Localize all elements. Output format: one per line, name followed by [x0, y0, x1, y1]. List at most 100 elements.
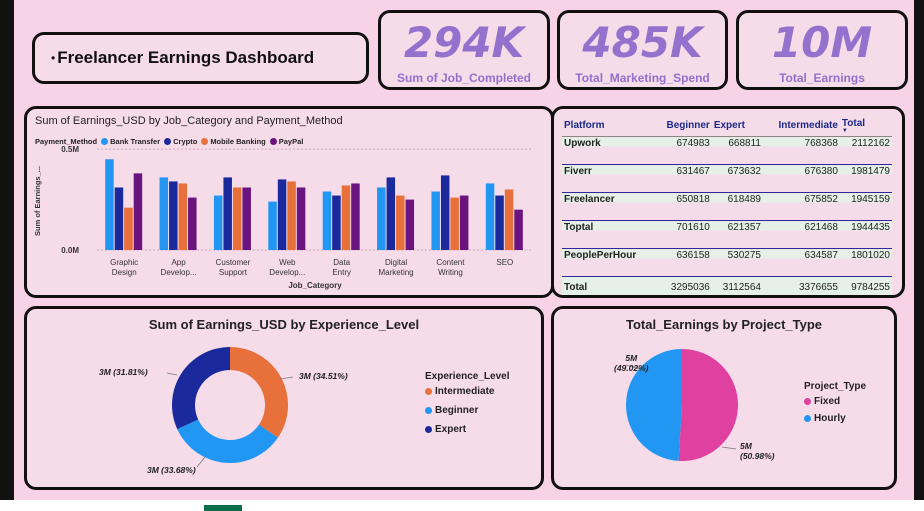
x-tick-label: Web [279, 258, 296, 267]
column-header[interactable]: Platform [562, 115, 655, 137]
x-tick-label: Customer [216, 258, 251, 267]
value-cell: 2112162 [839, 136, 892, 165]
kpi-label: Sum of Job_Completed [396, 71, 531, 85]
platform-cell: Toptal [562, 220, 655, 249]
legend-swatch [425, 388, 432, 395]
kpi-card-jobs[interactable]: 294K Sum of Job_Completed [378, 10, 550, 90]
value-cell: 631467 [654, 164, 712, 193]
value-cell: 668811 [711, 136, 763, 165]
value-cell: 1945159 [839, 192, 892, 221]
column-header[interactable]: Intermediate [762, 115, 840, 137]
column-header[interactable]: Beginner [654, 115, 712, 137]
bar [351, 183, 360, 250]
bar [223, 177, 232, 250]
column-header[interactable]: Expert [711, 115, 763, 137]
bar [188, 197, 197, 250]
bar [287, 181, 296, 250]
kpi-label: Total_Marketing_Spend [575, 71, 710, 85]
total-cell: 9784255 [839, 276, 892, 295]
slice-label-value: 5M [625, 353, 638, 363]
slice-label-fixed: 5M (50.98%) [740, 441, 775, 461]
bar [386, 177, 396, 250]
taskbar-app-tab[interactable] [204, 505, 242, 511]
table-row[interactable]: PeoplePerHour 636158 530275 634587 1801020 [562, 248, 892, 277]
bar-chart-plot: 0.5M 0.0M Sum of Earnings_... GraphicDesign… [33, 145, 532, 290]
kpi-value: 10M [771, 18, 873, 67]
bar [124, 207, 133, 250]
x-tick-label: Marketing [379, 268, 414, 277]
bar [405, 199, 415, 250]
table-row[interactable]: Toptal 701610 621357 621468 1944435 [562, 220, 892, 249]
x-tick-label: App [171, 258, 186, 267]
bar [377, 187, 386, 250]
kpi-value: 294K [403, 18, 525, 67]
bar [178, 183, 188, 250]
bar [268, 201, 277, 250]
legend-item[interactable]: Fixed [804, 396, 866, 407]
x-tick-label: Develop... [161, 268, 197, 277]
table-total-row: Total 3295036 3112564 3376655 9784255 [562, 276, 892, 295]
donut-chart-card[interactable]: Sum of Earnings_USD by Experience_Level … [24, 306, 544, 490]
pie-slice [678, 349, 738, 461]
pie-chart-card[interactable]: Total_Earnings by Project_Type 5M (49.02… [551, 306, 897, 490]
slice-label-hourly: 5M (49.02%) [614, 353, 649, 373]
kpi-label: Total_Earnings [779, 71, 865, 85]
x-tick-label: Support [219, 268, 248, 277]
kpi-card-earnings[interactable]: 10M Total_Earnings [736, 10, 908, 90]
table-row[interactable]: Upwork 674983 668811 768368 2112162 [562, 136, 892, 165]
title-card: • Freelancer Earnings Dashboard [32, 32, 369, 84]
bar [504, 189, 514, 250]
legend-label: Beginner [435, 405, 479, 416]
x-tick-label: Content [436, 258, 465, 267]
table-row[interactable]: Freelancer 650818 618489 675852 1945159 [562, 192, 892, 221]
donut-legend: Experience_Level Intermediate Beginner E… [425, 371, 510, 435]
value-cell: 768368 [762, 136, 840, 165]
dashboard-title: Freelancer Earnings Dashboard [57, 48, 315, 67]
bar [159, 177, 169, 250]
kpi-card-marketing[interactable]: 485K Total_Marketing_Spend [557, 10, 728, 90]
x-axis-label: Job_Category [288, 281, 342, 290]
bar [440, 175, 450, 250]
x-tick-label: Graphic [110, 258, 138, 267]
value-cell: 674983 [654, 136, 712, 165]
x-tick-label: Writing [438, 268, 463, 277]
leader-line [721, 446, 737, 450]
bar [514, 209, 523, 250]
legend-label: Fixed [814, 396, 841, 407]
column-header-sorted[interactable]: Total ▼ [839, 115, 892, 137]
value-cell: 530275 [711, 248, 763, 277]
bar [242, 187, 251, 250]
taskbar-strip [0, 500, 924, 511]
legend-item[interactable]: Beginner [425, 405, 510, 416]
bar [495, 195, 504, 250]
legend-label: Hourly [814, 413, 846, 424]
legend-item[interactable]: Hourly [804, 413, 866, 424]
bar [105, 159, 114, 250]
x-tick-label: Develop... [269, 268, 305, 277]
value-cell: 675852 [762, 192, 840, 221]
bar [133, 173, 143, 250]
legend-swatch [804, 398, 811, 405]
leader-line [279, 376, 294, 380]
x-tick-label: Design [112, 268, 137, 277]
value-cell: 1981479 [839, 164, 892, 193]
slice-label-percent: (50.98%) [740, 451, 775, 461]
bar [396, 195, 405, 250]
y-tick-label: 0.5M [61, 145, 79, 154]
legend-item[interactable]: Intermediate [425, 386, 510, 397]
legend-title: Project_Type [804, 381, 867, 392]
legend-item[interactable]: Expert [425, 424, 510, 435]
bar-chart-card[interactable]: Sum of Earnings_USD by Job_Category and … [24, 106, 554, 298]
value-cell: 701610 [654, 220, 712, 249]
bar [114, 187, 124, 250]
total-cell: 3295036 [654, 276, 712, 295]
bar [459, 195, 469, 250]
platform-table-card[interactable]: Platform Beginner Expert Intermediate To… [551, 106, 905, 298]
leader-line [166, 372, 178, 376]
table-header-row: Platform Beginner Expert Intermediate To… [562, 115, 892, 137]
value-cell: 650818 [654, 192, 712, 221]
table-row[interactable]: Fiverr 631467 673632 676380 1981479 [562, 164, 892, 193]
bar [450, 197, 459, 250]
value-cell: 673632 [711, 164, 763, 193]
x-tick-label: Entry [332, 268, 351, 277]
